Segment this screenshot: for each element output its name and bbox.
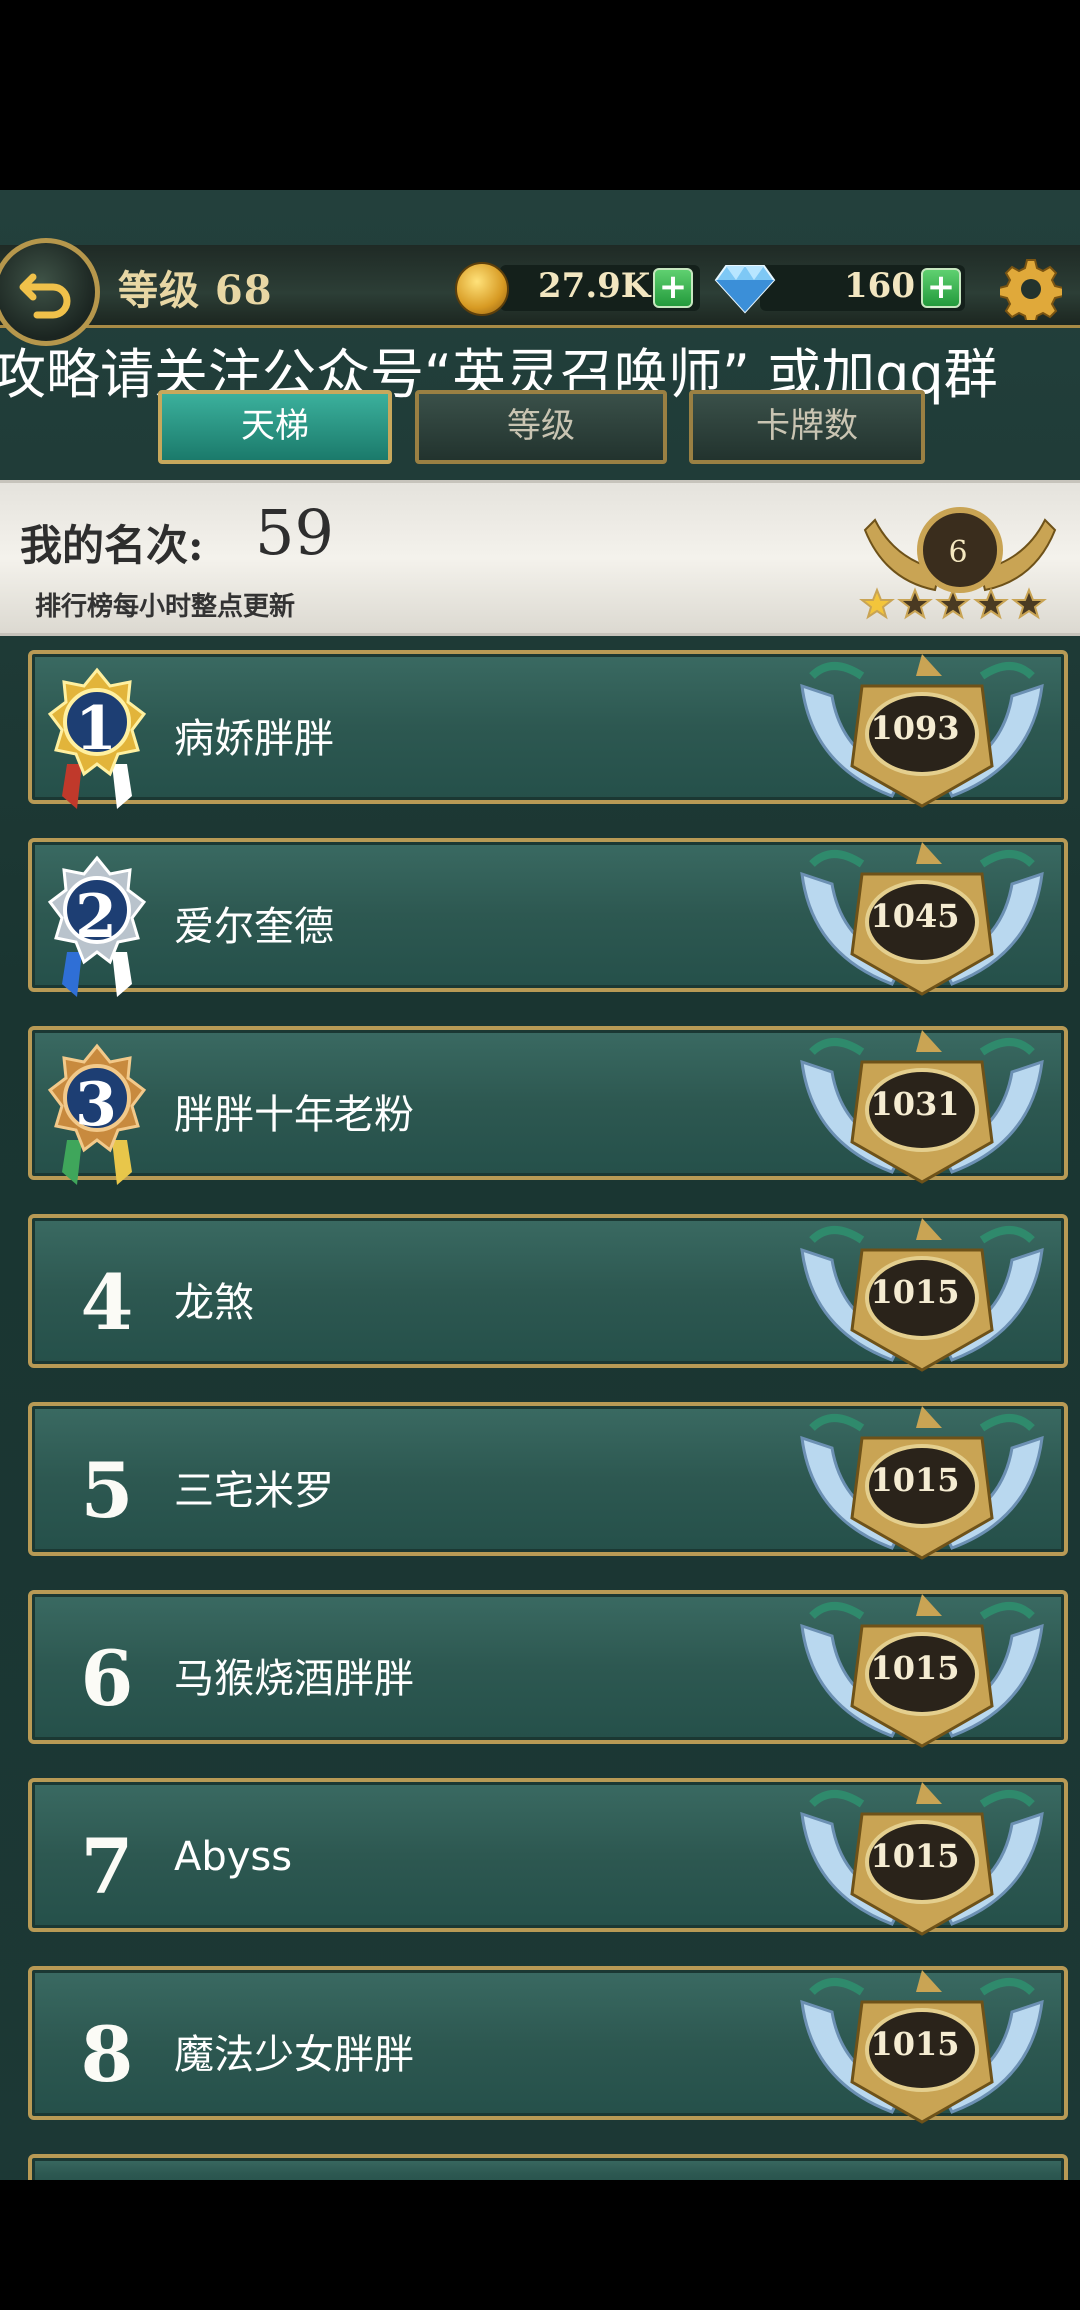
leaderboard-row[interactable]: 7 Abyss 1015: [28, 1778, 1068, 1936]
ladder-score: 1093: [870, 709, 960, 747]
rank-number: 1: [75, 694, 117, 764]
back-arrow-icon: [19, 273, 71, 319]
my-rank-label: 我的名次:: [20, 521, 204, 570]
ladder-score: 1015: [870, 1649, 960, 1687]
ladder-score: 1015: [870, 1461, 960, 1499]
ladder-score: 1015: [870, 1273, 960, 1311]
ladder-score: 1031: [870, 1085, 960, 1123]
ladder-score: 1015: [870, 2025, 960, 2063]
star-icon: [1011, 587, 1047, 620]
player-name: 龙煞: [174, 1280, 254, 1326]
player-name: 胖胖十年老粉: [174, 1092, 414, 1138]
my-rank-value: 59: [255, 496, 334, 569]
leaderboard-row[interactable]: 6 马猴烧酒胖胖 1015: [28, 1590, 1068, 1748]
star-icon: [935, 587, 971, 620]
star-icon: [973, 587, 1009, 620]
rank-number: 8: [80, 2010, 134, 2099]
rank-number: 5: [80, 1446, 134, 1535]
player-name: 爱尔奎德: [174, 904, 334, 950]
star-icon: [897, 587, 933, 620]
leaderboard-row[interactable]: 8 魔法少女胖胖 1015: [28, 1966, 1068, 2124]
update-note: 排行榜每小时整点更新: [35, 592, 296, 622]
rank-tier-level: 6: [948, 535, 968, 570]
star-icon: [859, 587, 895, 620]
leaderboard-row[interactable]: 1 病娇胖胖 1093: [28, 650, 1068, 809]
player-level: 等级 68: [118, 267, 273, 314]
rank-number: 7: [80, 1822, 134, 1911]
leaderboard-row-partial[interactable]: [28, 2154, 1068, 2180]
leaderboard-row[interactable]: 3 胖胖十年老粉 1031: [28, 1026, 1068, 1185]
diamond-icon: [714, 265, 776, 314]
gear-icon[interactable]: [1000, 258, 1062, 320]
player-name: 魔法少女胖胖: [174, 2032, 414, 2078]
ladder-score: 1015: [870, 1837, 960, 1875]
player-name: 马猴烧酒胖胖: [174, 1656, 414, 1702]
tab-card-count[interactable]: 卡牌数: [689, 390, 925, 464]
coin-value: 27.9K: [538, 266, 651, 306]
player-name: Abyss: [174, 1834, 293, 1880]
ladder-score: 1045: [870, 897, 960, 935]
add-gems-button[interactable]: +: [921, 268, 961, 308]
add-coins-button[interactable]: +: [653, 268, 693, 308]
tab-level[interactable]: 等级: [415, 390, 667, 464]
leaderboard-row[interactable]: 4 龙煞 1015: [28, 1214, 1068, 1372]
tab-ladder[interactable]: 天梯: [158, 390, 392, 464]
leaderboard-row[interactable]: 2 爱尔奎德 1045: [28, 838, 1068, 997]
player-name: 三宅米罗: [174, 1468, 334, 1514]
star-rating: [859, 587, 1047, 620]
player-name: 病娇胖胖: [174, 716, 334, 762]
rank-number: 3: [75, 1070, 117, 1140]
rank-number: 6: [80, 1634, 134, 1723]
leaderboard-row[interactable]: 5 三宅米罗 1015: [28, 1402, 1068, 1560]
rank-number: 2: [75, 882, 117, 952]
leaderboard-screen: 等级 68 27.9K + 160 + 攻略请关注公众号“英灵召唤师” 或加qq…: [0, 190, 1080, 2180]
gem-value: 160: [844, 266, 915, 306]
rank-number: 4: [80, 1258, 134, 1347]
coin-icon: [455, 262, 509, 316]
